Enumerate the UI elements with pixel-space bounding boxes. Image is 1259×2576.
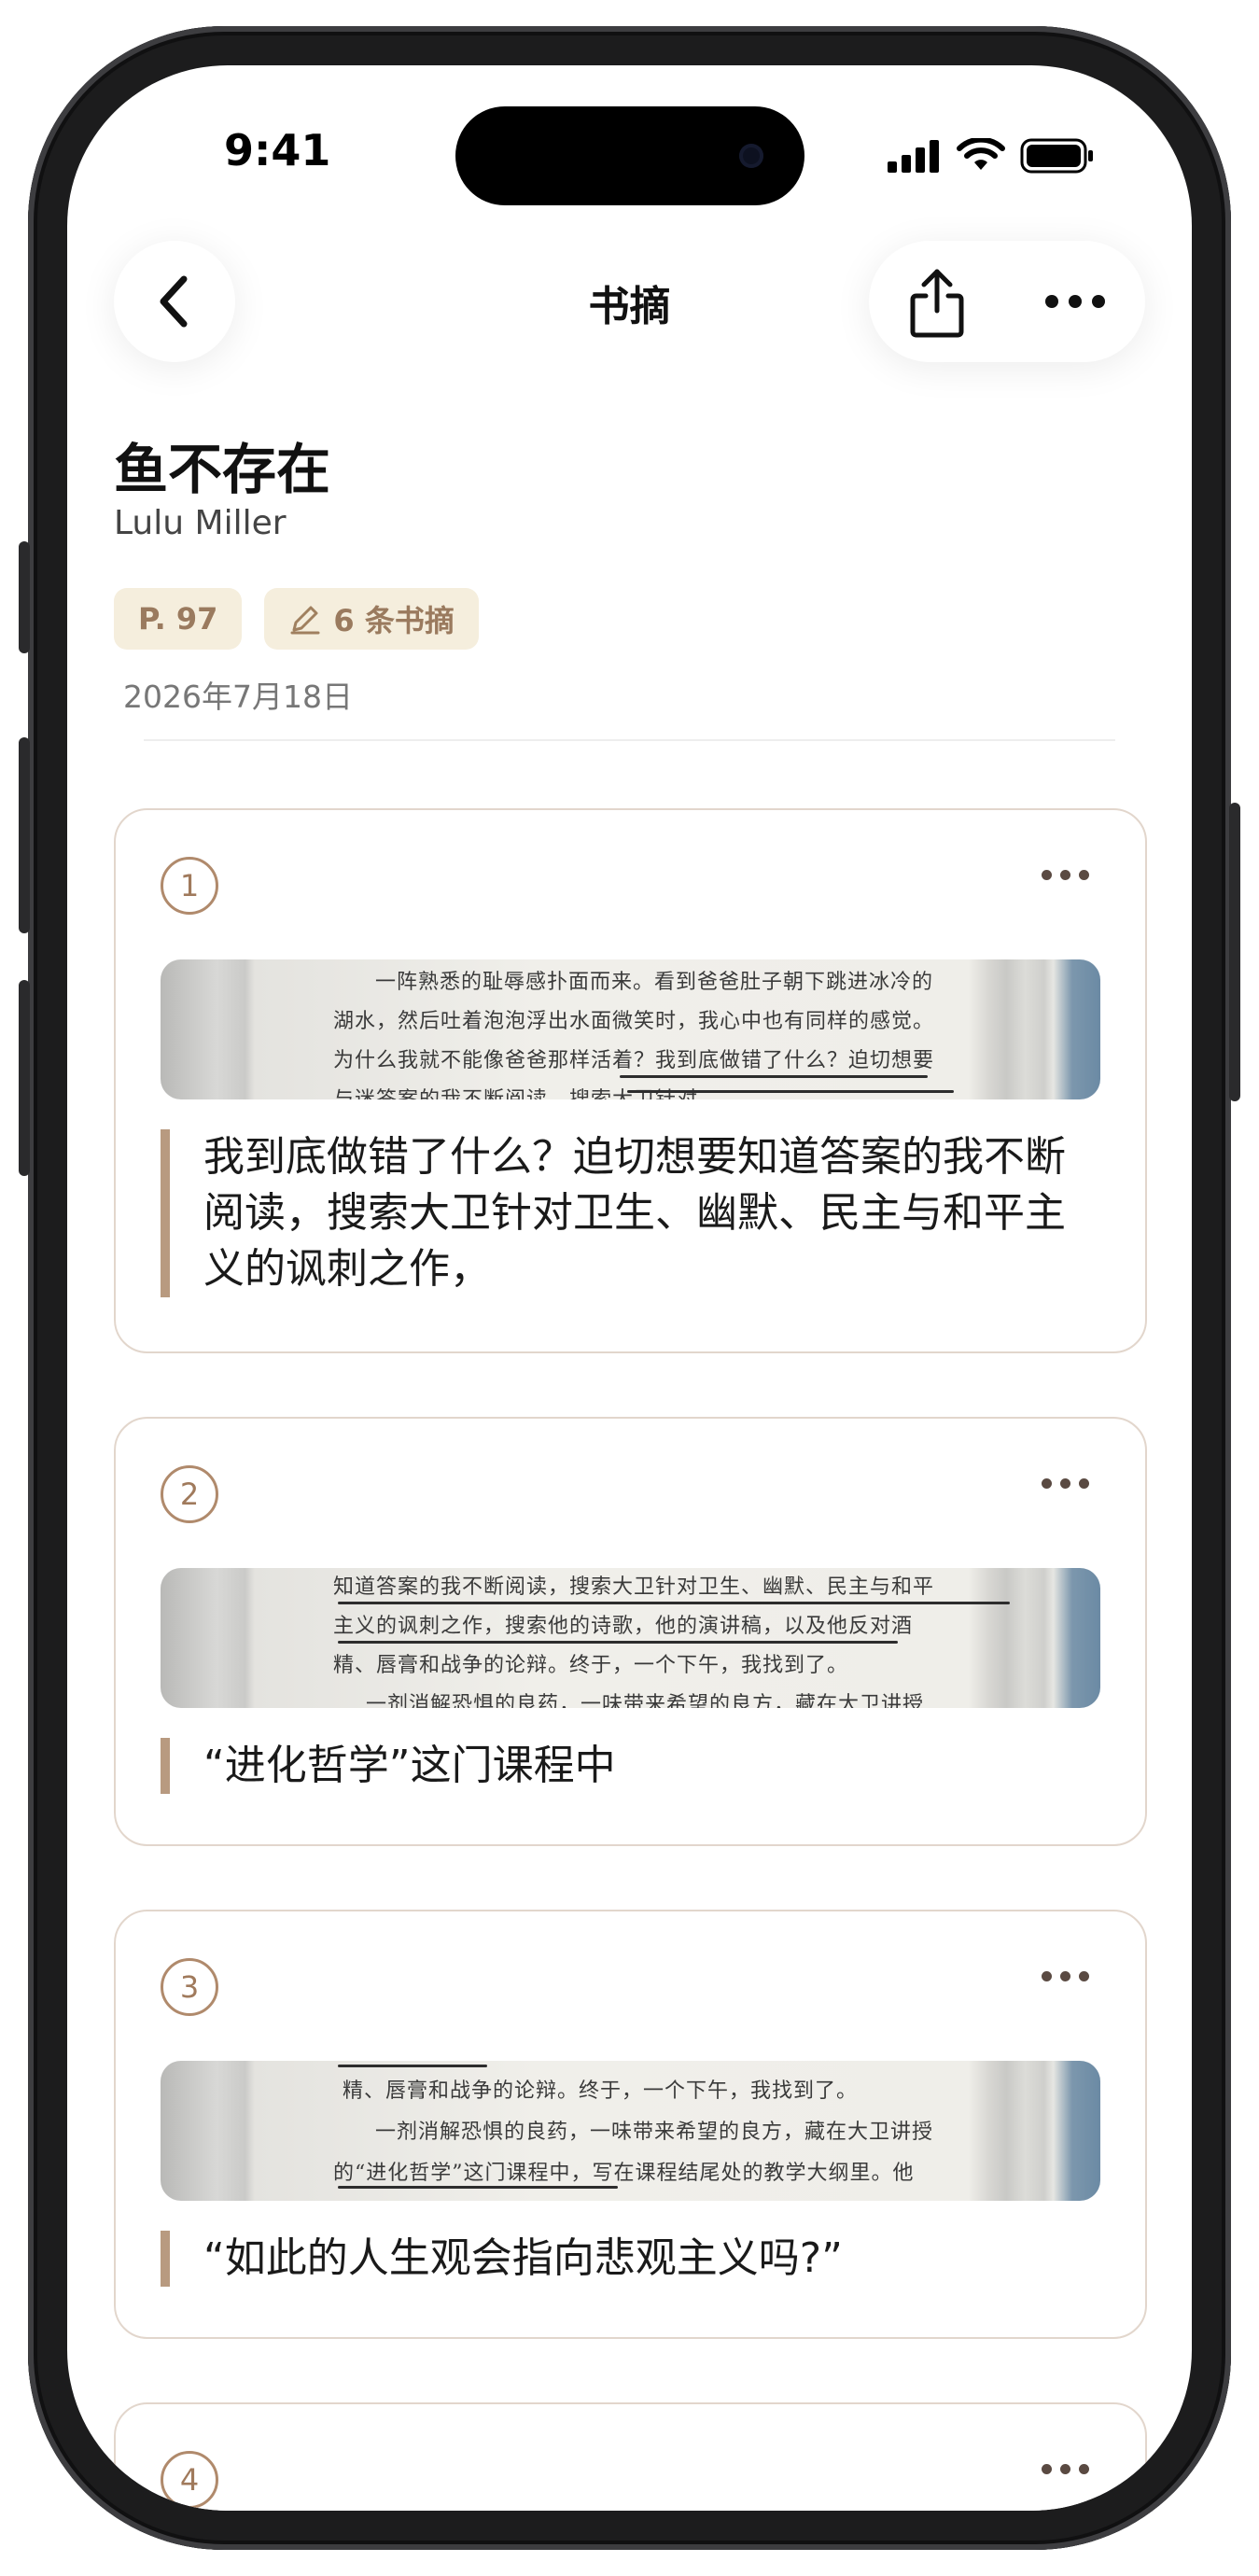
more-icon[interactable] — [1042, 292, 1108, 311]
page-photo[interactable]: 一阵熟悉的耻辱感扑面而来。看到爸爸肚子朝下跳进冰冷的 湖水，然后吐着泡泡浮出水面… — [161, 959, 1100, 1099]
photo-text-line: 湖水，然后吐着泡泡浮出水面微笑时，我心中也有同样的感觉。 — [333, 1010, 935, 1033]
photo-text-line: 精、唇膏和战争的论辩。终于，一个下午，我找到了。 — [333, 1654, 849, 1677]
excerpt-number: 3 — [161, 1958, 218, 2016]
book-author: Lulu Miller — [114, 504, 287, 542]
action-button — [19, 541, 30, 653]
excerpt-number: 4 — [161, 2451, 218, 2509]
excerpt-date: 2026年7月18日 — [123, 679, 353, 715]
excerpt-card[interactable]: 4 — [114, 2402, 1147, 2511]
photo-text-line: 为什么我就不能像爸爸那样活着？我到底做错了什么？迫切想要 — [333, 1049, 935, 1072]
status-icons — [888, 138, 1095, 174]
card-more-icon[interactable] — [1042, 1478, 1089, 1489]
volume-down-button — [19, 980, 30, 1176]
divider — [144, 739, 1115, 741]
photo-text-line: 一剂消解恐惧的良药，一味带来希望的良方，藏在大卫讲授 — [366, 1693, 925, 1708]
nav-actions — [869, 241, 1145, 362]
photo-underline — [627, 1090, 954, 1093]
card-more-icon[interactable] — [1042, 870, 1089, 880]
photo-text-line: 一阵熟悉的耻辱感扑面而来。看到爸爸肚子朝下跳进冰冷的 — [375, 971, 934, 994]
excerpt-count-chip[interactable]: 6 条书摘 — [264, 588, 479, 650]
excerpt-card[interactable]: 1 一阵熟悉的耻辱感扑面而来。看到爸爸肚子朝下跳进冰冷的 湖水，然后吐着泡泡浮出… — [114, 808, 1147, 1353]
excerpt-card[interactable]: 2 知道答案的我不断阅读，搜索大卫针对卫生、幽默、民主与和平 主义的讽刺之作，搜… — [114, 1417, 1147, 1846]
photo-text-line: 主义的讽刺之作，搜索他的诗歌，他的演讲稿，以及他反对酒 — [333, 1615, 914, 1638]
volume-up-button — [19, 737, 30, 933]
card-more-icon[interactable] — [1042, 2464, 1089, 2474]
share-icon[interactable] — [907, 264, 967, 339]
photo-underline — [338, 2065, 487, 2067]
dynamic-island — [455, 106, 804, 205]
pencil-icon — [290, 606, 320, 635]
card-more-icon[interactable] — [1042, 1971, 1089, 1981]
page-chip[interactable]: P. 97 — [114, 588, 243, 650]
excerpt-number: 1 — [161, 857, 218, 915]
status-time: 9:41 — [224, 125, 331, 175]
cellular-signal-icon — [888, 140, 939, 173]
excerpt-card[interactable]: 3 精、唇膏和战争的论辩。终于，一个下午，我找到了。 一剂消解恐惧的良药，一味带… — [114, 1910, 1147, 2339]
page-photo[interactable]: 精、唇膏和战争的论辩。终于，一个下午，我找到了。 一剂消解恐惧的良药，一味带来希… — [161, 2061, 1100, 2201]
photo-underline — [338, 1641, 898, 1644]
power-button — [1229, 803, 1240, 1101]
book-chips: P. 97 6 条书摘 — [114, 588, 479, 650]
photo-text-line: 一剂消解恐惧的良药，一味带来希望的良方，藏在大卫讲授 — [375, 2121, 934, 2144]
page-chip-label: P. 97 — [138, 601, 218, 637]
wifi-icon — [957, 138, 1005, 170]
excerpt-quote: 我到底做错了什么？迫切想要知道答案的我不断阅读，搜索大卫针对卫生、幽默、民主与和… — [161, 1129, 1100, 1297]
photo-text-line: 知道答案的我不断阅读，搜索大卫针对卫生、幽默、民主与和平 — [333, 1575, 935, 1599]
book-title: 鱼不存在 — [114, 438, 331, 501]
photo-underline — [338, 2186, 618, 2189]
screen: 9:41 书摘 鱼不存在 Lulu Miller P. 97 6 条书摘 202… — [67, 65, 1192, 2511]
photo-underline — [338, 1602, 1010, 1604]
excerpt-quote: “进化哲学”这门课程中 — [161, 1738, 1100, 1794]
battery-icon — [1020, 138, 1093, 174]
photo-text-line: 精、唇膏和战争的论辩。终于，一个下午，我找到了。 — [343, 2079, 859, 2103]
camera-icon — [739, 144, 763, 168]
excerpt-count-label: 6 条书摘 — [333, 603, 455, 638]
photo-text-line: 的“进化哲学”这门课程中，写在课程结尾处的教学大纲里。他 — [333, 2162, 915, 2185]
excerpt-number: 2 — [161, 1465, 218, 1523]
photo-underline — [620, 1075, 928, 1078]
page-photo[interactable]: 知道答案的我不断阅读，搜索大卫针对卫生、幽默、民主与和平 主义的讽刺之作，搜索他… — [161, 1568, 1100, 1708]
excerpt-quote: “如此的人生观会指向悲观主义吗?” — [161, 2231, 1100, 2287]
